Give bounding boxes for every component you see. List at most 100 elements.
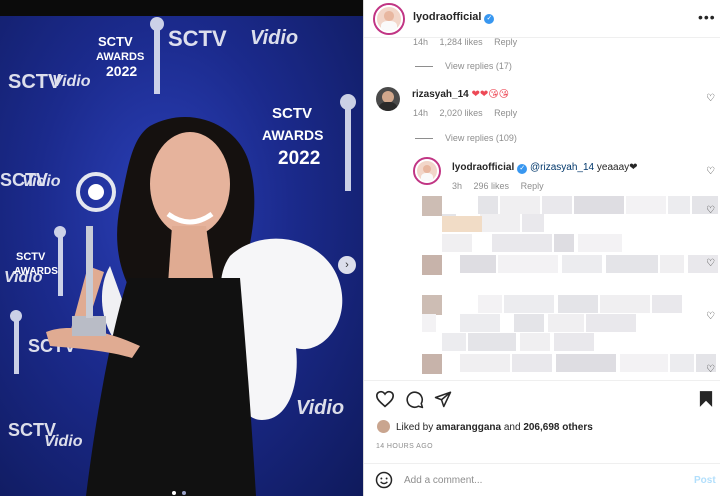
comment-time[interactable]: 14h (413, 37, 428, 47)
pixelated-block (498, 255, 558, 273)
top-bar (0, 0, 363, 16)
award-logo-line: SCTV (272, 105, 312, 122)
pixelated-block (422, 314, 436, 332)
next-photo-button[interactable]: › (338, 256, 356, 274)
pixelated-block (626, 196, 666, 214)
reply-avatar[interactable] (413, 157, 441, 185)
emoji-icon[interactable] (375, 471, 393, 489)
carousel-dot-active (172, 491, 176, 495)
reply-button[interactable]: Reply (494, 108, 517, 118)
like-reply-icon[interactable]: ♡ (706, 258, 715, 269)
comment-text: ❤❤😘😘 (471, 89, 510, 100)
pixelated-block (514, 314, 544, 332)
pixelated-block (554, 333, 594, 351)
comment-icon[interactable] (405, 390, 424, 409)
verified-badge-icon: ✓ (517, 164, 528, 174)
author-username[interactable]: lyodraofficial ✓ (413, 11, 495, 24)
pixelated-block (606, 255, 658, 273)
pixelated-block (554, 234, 574, 252)
liked-by-prefix: Liked by (396, 422, 437, 433)
pixelated-block (556, 354, 616, 372)
pixelated-block (460, 314, 500, 332)
comment-time[interactable]: 14h (413, 108, 428, 118)
award-logo-line: SCTV (98, 34, 133, 49)
pixelated-block (480, 214, 520, 232)
author-username-text[interactable]: lyodraofficial (413, 11, 481, 23)
comment-likes[interactable]: 1,284 likes (440, 37, 483, 47)
comment-likes[interactable]: 2,020 likes (440, 108, 483, 118)
verified-badge-icon: ✓ (484, 14, 495, 24)
pixelated-block (504, 295, 554, 313)
view-replies-button[interactable]: View replies (109) (415, 133, 517, 143)
reply-button[interactable]: Reply (521, 181, 544, 191)
pixelated-avatar (422, 255, 442, 275)
liked-by-count[interactable]: 206,698 others (523, 422, 593, 433)
pixelated-avatar (422, 354, 442, 374)
pixelated-block (500, 196, 540, 214)
pixelated-block (542, 196, 572, 214)
liked-by-user[interactable]: amaranggana (436, 422, 501, 433)
reply-button[interactable]: Reply (494, 37, 517, 47)
reply-text: yeaaay❤ (594, 162, 638, 173)
pixelated-block (520, 333, 550, 351)
pixelated-block (478, 295, 502, 313)
award-logo-line: AWARDS (96, 51, 144, 63)
pixelated-block (442, 234, 472, 252)
award-logo-line: SCTV (16, 251, 46, 263)
post-button[interactable]: Post (694, 475, 716, 486)
liker-avatar[interactable] (377, 420, 390, 433)
carousel-dot (182, 491, 187, 495)
author-avatar[interactable] (373, 3, 405, 35)
watermark-text: Vidio (296, 397, 344, 419)
pixelated-block (442, 216, 482, 232)
post-actions: Liked by amaranggana and 206,698 others … (364, 380, 720, 462)
like-reply-icon[interactable]: ♡ (706, 311, 715, 322)
pixelated-block (620, 354, 668, 372)
reply-username[interactable]: lyodraofficial (452, 162, 514, 173)
like-comment-icon[interactable]: ♡ (706, 93, 715, 104)
like-reply-icon[interactable]: ♡ (706, 166, 715, 177)
save-icon[interactable] (699, 390, 713, 408)
pixelated-block (558, 295, 598, 313)
post-photo[interactable]: SCTV Vidio SCTV Vidio SCTV Vidio Vidio S… (0, 16, 363, 496)
liked-by-text: Liked by amaranggana and 206,698 others (396, 422, 593, 433)
commenter-username[interactable]: rizasyah_14 (412, 89, 469, 100)
watermark-text: Vidio (250, 27, 298, 49)
comments-panel: lyodraofficial ✓ ••• 14h 1,284 likes Repl… (363, 0, 720, 496)
like-icon[interactable] (375, 390, 395, 408)
pixelated-block (600, 295, 650, 313)
pixelated-block (468, 333, 516, 351)
comment-meta: 14h 1,284 likes Reply (413, 37, 526, 47)
watermark-text: SCTV (168, 26, 227, 51)
award-logo-line: AWARDS (262, 127, 323, 143)
watermark-text: Vidio (44, 433, 83, 450)
liked-by-and: and (501, 422, 524, 433)
pixelated-block (492, 234, 552, 252)
pixelated-block (512, 354, 552, 372)
carousel-dots (171, 482, 187, 496)
pixelated-block (562, 255, 602, 273)
reply-mention-link[interactable]: @rizasyah_14 (530, 162, 594, 173)
pixelated-block (586, 314, 636, 332)
comment-meta: 14h 2,020 likes Reply (413, 108, 526, 118)
pixelated-block (574, 196, 624, 214)
share-icon[interactable] (434, 390, 452, 408)
pixelated-block (668, 196, 690, 214)
pixelated-block (460, 354, 510, 372)
like-reply-icon[interactable]: ♡ (706, 205, 715, 216)
view-replies-button[interactable]: View replies (17) (415, 61, 512, 71)
reply-likes[interactable]: 296 likes (474, 181, 510, 191)
watermark-text: Vidio (52, 73, 91, 90)
post-time[interactable]: 14 HOURS AGO (376, 443, 433, 450)
pixelated-avatar (422, 196, 442, 216)
add-comment-input[interactable] (404, 471, 674, 489)
award-logo-line: AWARDS (14, 266, 58, 277)
more-options-icon[interactable]: ••• (698, 9, 716, 25)
add-comment-bar: Post (364, 463, 720, 496)
pixelated-block (578, 234, 622, 252)
pixelated-block (548, 314, 584, 332)
like-reply-icon[interactable]: ♡ (706, 364, 715, 375)
pixelated-avatar (422, 295, 442, 315)
commenter-avatar[interactable] (376, 87, 400, 111)
reply-time[interactable]: 3h (452, 181, 462, 191)
